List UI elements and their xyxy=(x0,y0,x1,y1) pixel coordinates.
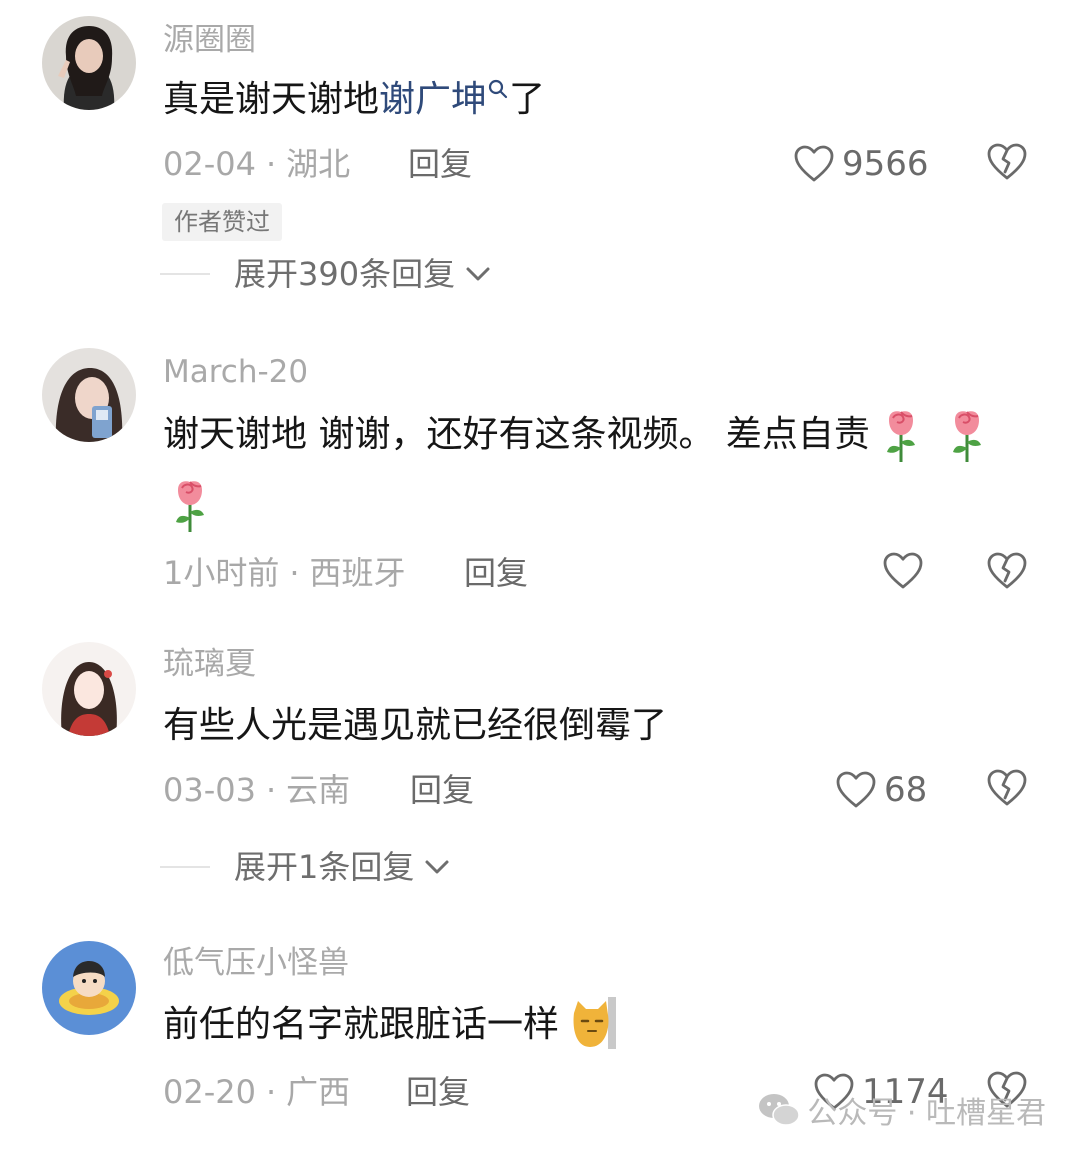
comment-text-part: 了 xyxy=(509,79,546,120)
avatar[interactable] xyxy=(42,941,136,1035)
comment-item: 源圈圈 真是谢天谢地谢广坤了 02-04 · 湖北 回复 9566 作者赞过 展开3… xyxy=(0,0,1080,320)
comment-username[interactable]: 琉璃夏 xyxy=(163,644,256,684)
comment-text: 真是谢天谢地谢广坤了 xyxy=(163,76,545,124)
reply-button[interactable]: 回复 xyxy=(408,143,472,185)
chevron-down-icon xyxy=(463,264,493,284)
meta-separator: · xyxy=(265,1073,277,1111)
comment-item: 琉璃夏 有些人光是遇见就已经很倒霉了 03-03 · 云南 回复 68 展开1条回复 xyxy=(0,630,1080,900)
like-count: 68 xyxy=(884,770,928,810)
comment-item: March-20 谢天谢地 谢谢，还好有这条视频。 差点自责 1小时前 · 西班牙 … xyxy=(0,330,1080,610)
like-button[interactable]: 9566 xyxy=(794,143,929,185)
comment-meta: 03-03 · 云南 xyxy=(163,769,350,811)
comment-username[interactable]: 源圈圈 xyxy=(163,20,256,60)
comment-text: 有些人光是遇见就已经很倒霉了 xyxy=(163,705,668,746)
comment-text: 前任的名字就跟脏话一样 xyxy=(163,997,618,1049)
avatar[interactable] xyxy=(42,16,136,110)
broken-heart-icon xyxy=(986,142,1028,182)
comment-location: 云南 xyxy=(286,771,351,809)
rose-emoji xyxy=(881,408,921,464)
comment-text: 谢天谢地 谢谢，还好有这条视频。 差点自责 xyxy=(163,408,987,464)
comment-text-part: 谢天谢地 谢谢，还好有这条视频。 差点自责 xyxy=(163,414,870,455)
comment-text-part: 真是谢天谢地 xyxy=(163,79,380,120)
divider-line xyxy=(160,866,210,868)
like-count: 9566 xyxy=(842,144,929,184)
expand-replies-button[interactable]: 展开1条回复 xyxy=(160,846,452,888)
expand-replies-button[interactable]: 展开390条回复 xyxy=(160,253,493,295)
comment-date: 1小时前 xyxy=(163,554,280,592)
rose-emoji xyxy=(947,408,987,464)
cat-emoji xyxy=(573,997,617,1049)
rose-emoji xyxy=(170,478,210,534)
comment-username[interactable]: 低气压小怪兽 xyxy=(163,943,349,983)
heart-outline-icon xyxy=(794,145,834,183)
meta-separator: · xyxy=(289,554,300,592)
meta-separator: · xyxy=(265,771,277,809)
heart-outline-icon xyxy=(836,771,876,809)
dislike-button[interactable] xyxy=(986,551,1028,591)
reply-button[interactable]: 回复 xyxy=(464,552,528,594)
meta-separator: · xyxy=(265,145,277,183)
avatar[interactable] xyxy=(42,348,136,442)
comment-meta: 02-20 · 广西 xyxy=(163,1071,350,1113)
wechat-icon xyxy=(759,1094,801,1126)
chevron-down-icon xyxy=(422,857,452,877)
search-icon[interactable] xyxy=(487,78,509,100)
comment-username[interactable]: March-20 xyxy=(163,352,308,392)
comment-location: 湖北 xyxy=(286,145,351,183)
expand-replies-label: 展开1条回复 xyxy=(234,848,415,886)
dislike-button[interactable] xyxy=(986,142,1028,182)
divider-line xyxy=(160,273,210,275)
broken-heart-icon xyxy=(986,551,1028,591)
comment-meta: 1小时前 · 西班牙 xyxy=(163,552,406,594)
reply-button[interactable]: 回复 xyxy=(410,769,474,811)
reply-button[interactable]: 回复 xyxy=(406,1071,470,1113)
comment-meta: 02-04 · 湖北 xyxy=(163,143,350,185)
like-button[interactable] xyxy=(883,552,931,590)
comment-location: 西班牙 xyxy=(309,554,406,592)
comment-date: 02-20 xyxy=(163,1073,256,1111)
broken-heart-icon xyxy=(986,768,1028,808)
heart-outline-icon xyxy=(883,552,923,590)
watermark-text: 公众号 · 吐槽星君 xyxy=(807,1096,1046,1131)
dislike-button[interactable] xyxy=(986,768,1028,808)
comment-location: 广西 xyxy=(286,1073,351,1111)
comment-text-line2 xyxy=(170,478,210,534)
comment-date: 03-03 xyxy=(163,771,256,809)
watermark: 公众号 · 吐槽星君 xyxy=(757,1088,1046,1132)
like-button[interactable]: 68 xyxy=(836,769,927,811)
avatar[interactable] xyxy=(42,642,136,736)
comment-date: 02-04 xyxy=(163,145,256,183)
author-liked-badge: 作者赞过 xyxy=(162,203,282,241)
comment-text-part: 前任的名字就跟脏话一样 xyxy=(163,1004,560,1045)
expand-replies-label: 展开390条回复 xyxy=(234,255,456,293)
search-link[interactable]: 谢广坤 xyxy=(379,79,487,120)
